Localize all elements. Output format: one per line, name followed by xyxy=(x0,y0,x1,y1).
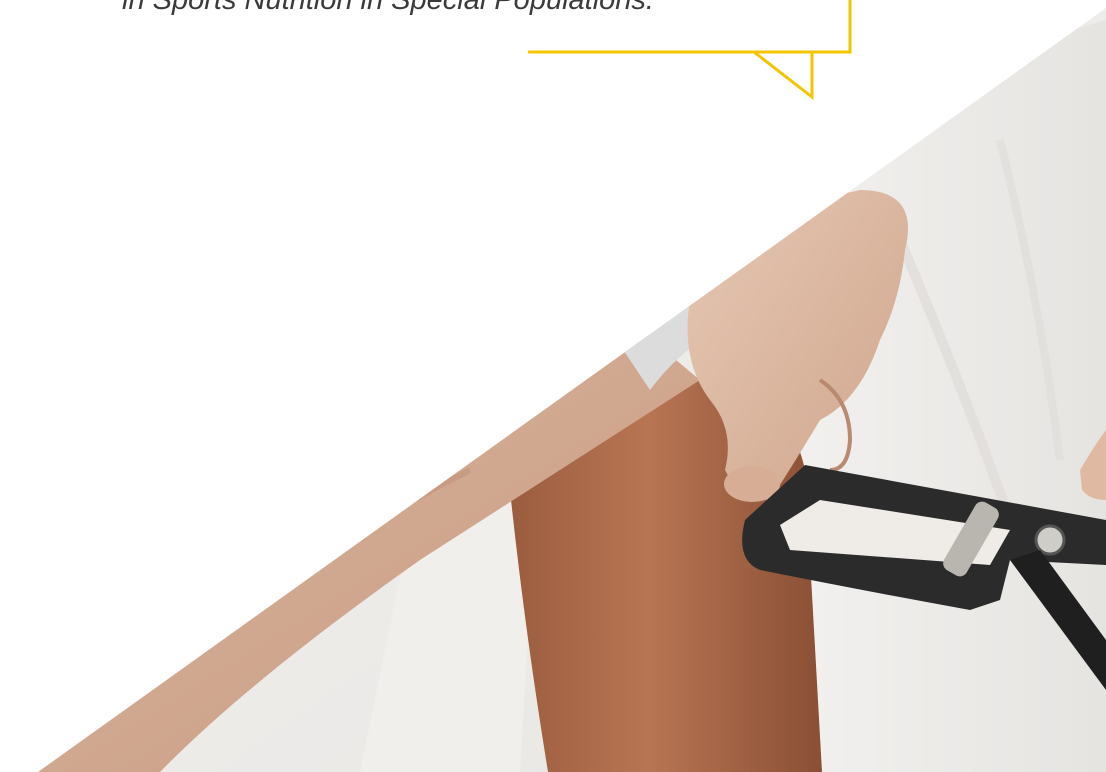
speech-bubble-tail xyxy=(753,50,814,101)
speech-bubble-outline xyxy=(528,0,852,101)
page: in Sports Nutrition in Special Populatio… xyxy=(0,0,1106,772)
speech-bubble-edge xyxy=(528,0,852,54)
caliper-pivot xyxy=(1034,524,1066,556)
